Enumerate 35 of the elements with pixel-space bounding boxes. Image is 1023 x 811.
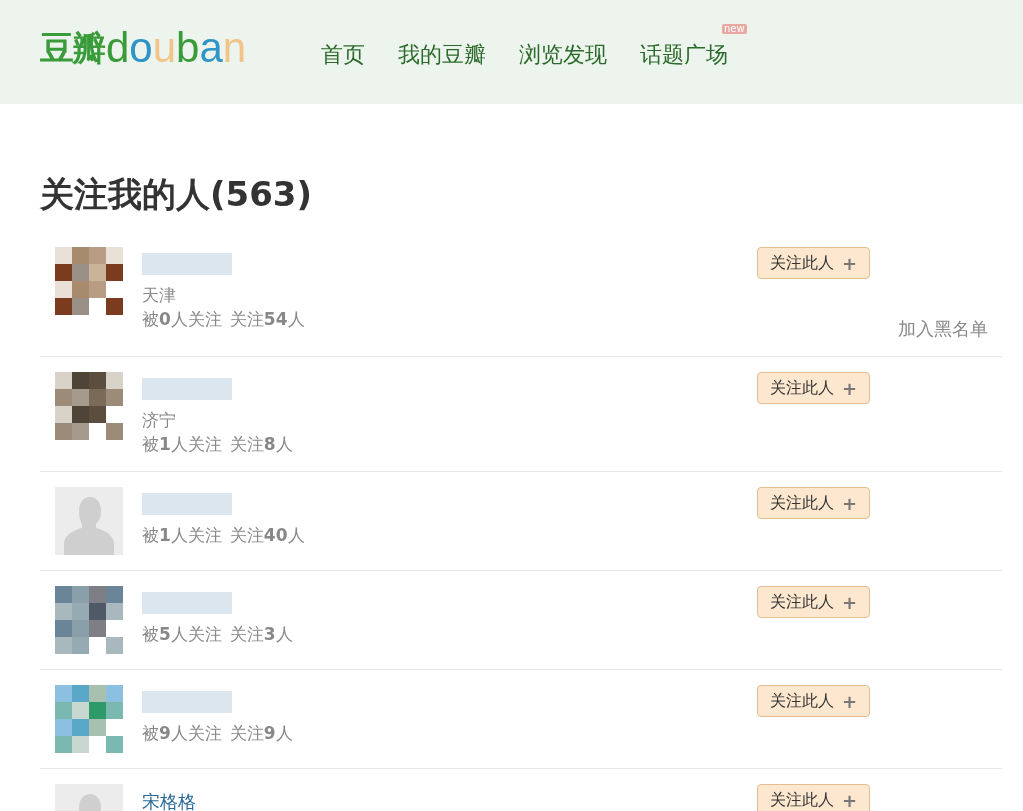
logo-chinese[interactable]: 豆瓣 [40,28,104,68]
plus-icon: + [842,591,858,613]
follower-count: 被1人关注 [142,524,222,547]
follower-count: 被9人关注 [142,722,222,745]
plus-icon: + [842,377,858,399]
nav-link[interactable]: 首页 [321,40,365,70]
follow-button[interactable]: 关注此人 + [757,247,871,279]
location-text: 天津 [142,284,177,307]
new-badge: new [722,24,747,34]
nav-link[interactable]: 我的豆瓣 [398,40,486,70]
following-count: 关注9人 [229,722,293,745]
nav-link[interactable]: 浏览发现 [519,40,607,70]
follow-button[interactable]: 关注此人 + [757,487,871,519]
follower-count: 被5人关注 [142,623,222,646]
blacklist-link[interactable]: 加入黑名单 [898,317,988,341]
follower-count: 被0人关注 [142,308,222,331]
follow-button[interactable]: 关注此人 + [757,685,871,717]
plus-icon: + [842,252,858,274]
location-text: 济宁 [142,409,177,432]
follow-button[interactable]: 关注此人 + [757,586,871,618]
plus-icon: + [842,690,858,712]
nav-link[interactable]: 话题广场 [640,40,728,70]
following-count: 关注8人 [229,433,293,456]
plus-icon: + [842,492,858,514]
plus-icon: + [842,789,858,811]
follow-button[interactable]: 关注此人 + [757,784,871,811]
logo-wordmark[interactable]: douban [106,28,247,68]
following-count: 关注40人 [229,524,305,547]
page-title: 关注我的人(563) [40,173,314,216]
following-count: 关注54人 [229,308,305,331]
default-avatar-icon[interactable] [55,487,123,555]
follow-button[interactable]: 关注此人 + [757,372,871,404]
follower-count: 被1人关注 [142,433,222,456]
user-name-link[interactable]: 宋格格 [142,790,757,811]
following-count: 关注3人 [229,623,293,646]
